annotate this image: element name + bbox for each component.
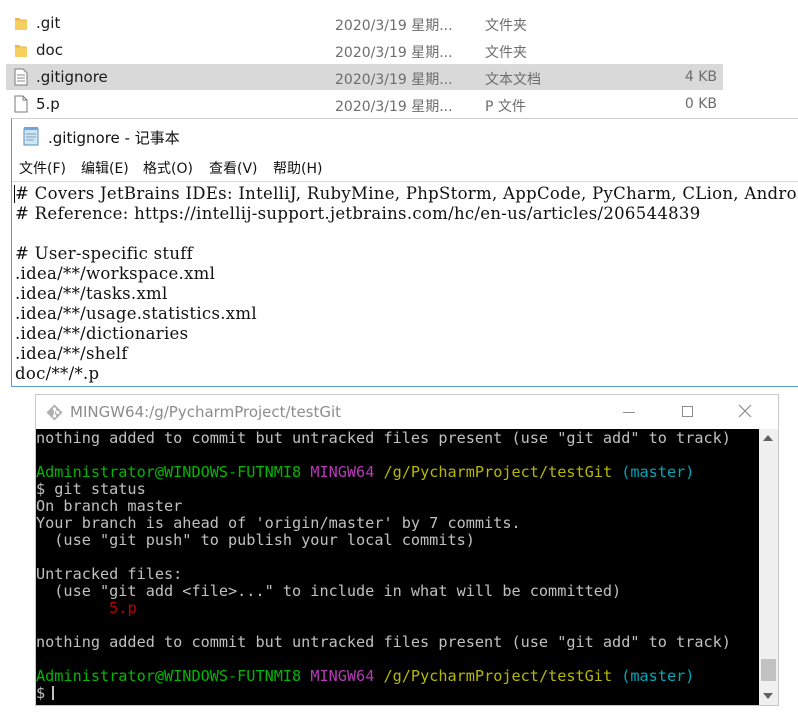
file-type: 文件夹 (485, 18, 527, 34)
terminal-output-line: (use "git push" to publish your local co… (36, 531, 475, 549)
file-name: 5.p (36, 95, 60, 113)
terminal-prompt-line: Administrator@WINDOWS-FUTNMI8 MINGW64 /g… (36, 464, 694, 481)
editor-line: .idea/**/shelf (15, 344, 128, 363)
file-row-5p[interactable]: 5.p 2020/3/19 星期... P 文件 0 KB (6, 91, 723, 117)
menu-help[interactable]: 帮助(H) (273, 158, 322, 178)
file-row-gitignore[interactable]: .gitignore 2020/3/19 星期... 文本文档 4 KB (6, 64, 723, 90)
prompt-branch: (master) (621, 667, 695, 685)
prompt-path: /g/PycharmProject/testGit (383, 463, 613, 481)
scroll-down-icon[interactable] (763, 693, 773, 699)
editor-line: doc/**/*.p (15, 364, 100, 383)
folder-icon (15, 45, 27, 57)
menu-file[interactable]: 文件(F) (19, 158, 66, 178)
terminal-output-line: $ git status (36, 480, 146, 498)
text-file-icon (14, 68, 28, 86)
file-type: P 文件 (485, 99, 526, 115)
untracked-file-name: 5.p (109, 599, 137, 617)
file-row-doc[interactable]: doc 2020/3/19 星期... 文件夹 (6, 37, 723, 63)
close-icon (738, 404, 752, 418)
terminal-scrollbar[interactable] (759, 429, 778, 705)
maximize-button[interactable] (658, 395, 716, 429)
scroll-up-icon[interactable] (763, 435, 773, 441)
terminal-prompt-line: Administrator@WINDOWS-FUTNMI8 MINGW64 /g… (36, 668, 694, 685)
file-type: 文件夹 (485, 45, 527, 61)
file-date: 2020/3/19 星期... (335, 99, 453, 115)
notepad-icon (23, 127, 39, 146)
prompt-user: Administrator@WINDOWS-FUTNMI8 (36, 463, 302, 481)
editor-line: # Reference: https://intellij-support.je… (15, 204, 701, 223)
terminal-output[interactable]: nothing added to commit but untracked fi… (36, 429, 759, 705)
file-date: 2020/3/19 星期... (335, 72, 453, 88)
editor-line: # Covers JetBrains IDEs: IntelliJ, RubyM… (15, 184, 797, 203)
terminal-cursor (52, 686, 55, 700)
minimize-icon (623, 412, 635, 413)
notepad-window: .gitignore - 记事本 文件(F) 编辑(E) 格式(O) 查看(V)… (11, 118, 798, 387)
file-date: 2020/3/19 星期... (335, 18, 453, 34)
file-type: 文本文档 (485, 72, 541, 88)
git-bash-icon (46, 404, 63, 421)
maximize-icon (682, 406, 693, 417)
prompt-path: /g/PycharmProject/testGit (383, 667, 613, 685)
editor-line: .idea/**/usage.statistics.xml (15, 304, 257, 323)
prompt-user: Administrator@WINDOWS-FUTNMI8 (36, 667, 302, 685)
file-row-git[interactable]: .git 2020/3/19 星期... 文件夹 (6, 10, 723, 36)
minimize-button[interactable] (600, 395, 658, 429)
menu-edit[interactable]: 编辑(E) (81, 158, 129, 178)
file-size: 4 KB (684, 69, 717, 85)
editor-line: .idea/**/workspace.xml (15, 264, 216, 283)
scrollbar-thumb[interactable] (761, 659, 776, 681)
mingw-terminal-window: MINGW64:/g/PycharmProject/testGit nothin… (35, 394, 779, 706)
terminal-output-line: Your branch is ahead of 'origin/master' … (36, 514, 521, 532)
terminal-output-line: nothing added to commit but untracked fi… (36, 429, 731, 447)
menu-view[interactable]: 查看(V) (209, 158, 258, 178)
close-button[interactable] (716, 395, 774, 429)
file-explorer-list: .git 2020/3/19 星期... 文件夹 doc 2020/3/19 星… (0, 0, 798, 118)
terminal-output-line: nothing added to commit but untracked fi… (36, 633, 731, 651)
folder-icon (15, 18, 27, 30)
text-editor-area[interactable]: # Covers JetBrains IDEs: IntelliJ, RubyM… (12, 181, 798, 387)
editor-line: .idea/**/tasks.xml (15, 284, 168, 303)
terminal-output-line: (use "git add <file>..." to include in w… (36, 582, 622, 600)
file-name: .gitignore (36, 68, 108, 86)
blank-file-icon (14, 95, 28, 113)
editor-line: # User-specific stuff (15, 244, 194, 263)
terminal-output-line: On branch master (36, 497, 183, 515)
terminal-input-line: $ (36, 684, 55, 702)
file-name: doc (36, 41, 63, 59)
window-title: MINGW64:/g/PycharmProject/testGit (70, 403, 342, 421)
file-size: 0 KB (684, 96, 717, 112)
untracked-file-line: 5.p (36, 599, 137, 617)
prompt-symbol: $ (36, 684, 46, 702)
menu-format[interactable]: 格式(O) (143, 158, 193, 178)
prompt-env: MINGW64 (310, 463, 375, 481)
file-name: .git (36, 14, 61, 32)
prompt-env: MINGW64 (310, 667, 375, 685)
notepad-titlebar[interactable]: .gitignore - 记事本 (12, 119, 798, 153)
editor-line: .idea/**/dictionaries (15, 324, 189, 343)
terminal-output-line: Untracked files: (36, 565, 183, 583)
file-date: 2020/3/19 星期... (335, 45, 453, 61)
menu-bar: 文件(F) 编辑(E) 格式(O) 查看(V) 帮助(H) (12, 155, 798, 179)
prompt-branch: (master) (621, 463, 695, 481)
window-title: .gitignore - 记事本 (48, 129, 180, 147)
terminal-titlebar[interactable]: MINGW64:/g/PycharmProject/testGit (36, 395, 778, 429)
